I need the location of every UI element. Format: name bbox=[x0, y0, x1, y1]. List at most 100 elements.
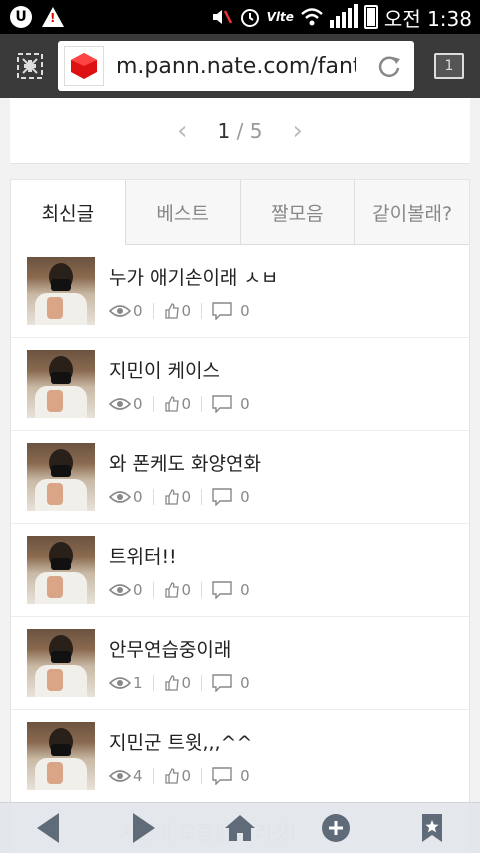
eye-icon bbox=[109, 304, 131, 317]
forward-arrow-icon bbox=[133, 813, 155, 843]
post-title: 누가 애기손이래 ㅅㅂ bbox=[109, 266, 279, 289]
post-thumbnail bbox=[27, 536, 95, 604]
thumbs-up-icon bbox=[164, 302, 179, 319]
view-count: 0 bbox=[133, 487, 143, 506]
thumbs-up-icon bbox=[164, 395, 179, 412]
post-thumbnail bbox=[27, 722, 95, 790]
tab-count: 1 bbox=[444, 58, 454, 74]
url-text: m.pann.nate.com/fantal bbox=[116, 53, 356, 79]
bookmark-icon bbox=[422, 814, 442, 842]
comment-icon bbox=[212, 673, 232, 692]
reload-button[interactable] bbox=[374, 51, 404, 81]
battery-icon bbox=[363, 5, 378, 29]
comment-icon bbox=[212, 394, 232, 413]
prev-page-button[interactable]: ‹ bbox=[177, 116, 187, 146]
thumbs-up-icon bbox=[164, 581, 179, 598]
comment-count: 0 bbox=[240, 673, 250, 692]
eye-icon bbox=[109, 583, 131, 596]
back-arrow-icon bbox=[37, 813, 59, 843]
like-count: 0 bbox=[181, 301, 192, 320]
status-bar: U ! Vlte 오전 1:38 bbox=[0, 0, 480, 34]
pagination: ‹ 1 / 5 › bbox=[10, 98, 470, 164]
comment-count: 0 bbox=[240, 766, 250, 785]
exit-fullscreen-button[interactable] bbox=[10, 46, 50, 86]
current-page: 1 bbox=[217, 118, 231, 143]
view-count: 4 bbox=[133, 766, 143, 785]
comment-count: 0 bbox=[240, 301, 250, 320]
warning-mark: ! bbox=[50, 11, 56, 25]
thumbs-up-icon bbox=[164, 488, 179, 505]
collapse-icon bbox=[17, 53, 43, 79]
eye-icon bbox=[109, 490, 131, 503]
add-button[interactable] bbox=[312, 804, 360, 852]
post-stats: 0 0 0 bbox=[109, 581, 250, 599]
page-separator: / bbox=[230, 118, 250, 143]
clock: 오전 1:38 bbox=[383, 6, 472, 31]
post-list: 누가 애기손이래 ㅅㅂ 0 0 0 지민이 케이스 0 0 0 와 폰케도 화양… bbox=[11, 245, 469, 803]
post-thumbnail bbox=[27, 443, 95, 511]
post-stats: 0 0 0 bbox=[109, 302, 278, 320]
total-pages: 5 bbox=[249, 118, 263, 143]
tab-best[interactable]: 베스트 bbox=[124, 180, 240, 244]
warning-icon: ! bbox=[42, 7, 64, 27]
signal-icon bbox=[329, 4, 358, 28]
like-count: 0 bbox=[181, 766, 192, 785]
like-count: 0 bbox=[181, 673, 192, 692]
tab-latest[interactable]: 최신글 bbox=[11, 180, 125, 245]
nate-logo-icon bbox=[71, 53, 97, 79]
next-page-button[interactable]: › bbox=[292, 116, 302, 146]
browser-bottom-nav bbox=[0, 802, 480, 853]
eye-icon bbox=[109, 769, 131, 782]
post-title: 지민군 트윗,,,^^ bbox=[109, 731, 253, 754]
post-list-card: 최신글 베스트 짤모음 같이볼래? 누가 애기손이래 ㅅㅂ 0 0 0 지민이 bbox=[10, 179, 470, 853]
list-item[interactable]: 지민이 케이스 0 0 0 bbox=[11, 338, 469, 431]
eye-icon bbox=[109, 676, 131, 689]
forward-button[interactable] bbox=[120, 804, 168, 852]
eye-icon bbox=[109, 397, 131, 410]
view-count: 0 bbox=[133, 394, 143, 413]
view-count: 1 bbox=[133, 673, 143, 692]
tab-watch-together[interactable]: 같이볼래? bbox=[354, 180, 469, 244]
list-item[interactable]: 지민군 트윗,,,^^ 4 0 0 bbox=[11, 710, 469, 803]
browser-toolbar: m.pann.nate.com/fantal 1 bbox=[0, 34, 480, 98]
comment-icon bbox=[212, 580, 232, 599]
post-title: 안무연습중이래 bbox=[109, 638, 232, 661]
u-badge-text: U bbox=[15, 9, 27, 25]
view-count: 0 bbox=[133, 301, 143, 320]
list-item[interactable]: 누가 애기손이래 ㅅㅂ 0 0 0 bbox=[11, 245, 469, 338]
address-bar[interactable]: m.pann.nate.com/fantal bbox=[58, 41, 414, 91]
post-thumbnail bbox=[27, 257, 95, 325]
comment-count: 0 bbox=[240, 487, 250, 506]
wifi-icon bbox=[301, 8, 323, 26]
post-thumbnail bbox=[27, 629, 95, 697]
lte-label: Vlte bbox=[266, 10, 294, 24]
post-title: 지민이 케이스 bbox=[109, 359, 220, 382]
view-count: 0 bbox=[133, 580, 143, 599]
page-indicator: 1 / 5 bbox=[218, 119, 263, 143]
alarm-icon bbox=[240, 9, 259, 27]
mute-icon bbox=[212, 10, 232, 24]
like-count: 0 bbox=[181, 487, 192, 506]
like-count: 0 bbox=[181, 580, 192, 599]
list-item[interactable]: 트위터!! 0 0 0 bbox=[11, 524, 469, 617]
tab-switcher-button[interactable]: 1 bbox=[434, 53, 464, 79]
tab-gallery[interactable]: 짤모음 bbox=[239, 180, 355, 244]
post-title: 와 폰케도 화양연화 bbox=[109, 452, 261, 475]
comment-icon bbox=[212, 766, 232, 785]
comment-count: 0 bbox=[240, 580, 250, 599]
comment-count: 0 bbox=[240, 394, 250, 413]
app-notification-icon: U bbox=[10, 6, 32, 28]
reload-icon bbox=[378, 56, 400, 77]
list-item[interactable]: 안무연습중이래 1 0 0 bbox=[11, 617, 469, 710]
comment-icon bbox=[212, 487, 232, 506]
post-thumbnail bbox=[27, 350, 95, 418]
post-stats: 0 0 0 bbox=[109, 395, 250, 413]
list-item[interactable]: 와 폰케도 화양연화 0 0 0 bbox=[11, 431, 469, 524]
back-button[interactable] bbox=[24, 804, 72, 852]
add-icon bbox=[322, 814, 350, 842]
thumbs-up-icon bbox=[164, 674, 179, 691]
category-tabs: 최신글 베스트 짤모음 같이볼래? bbox=[11, 180, 469, 245]
bookmark-button[interactable] bbox=[408, 804, 456, 852]
like-count: 0 bbox=[181, 394, 192, 413]
home-button[interactable] bbox=[216, 804, 264, 852]
